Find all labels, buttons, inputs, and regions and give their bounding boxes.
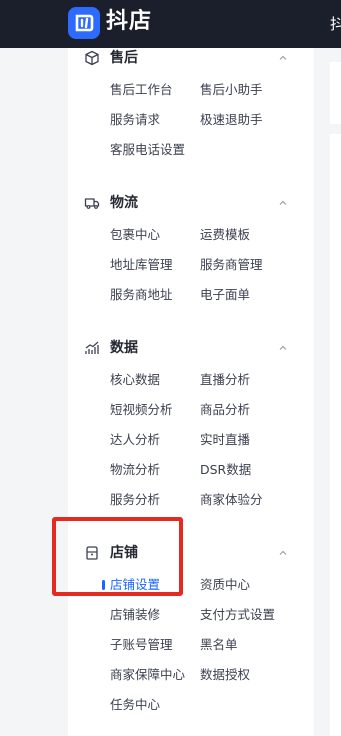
- top-bar: 抖店 抖: [0, 0, 341, 48]
- menu-item-aftersale-workbench[interactable]: 售后工作台: [110, 81, 173, 99]
- menu-item-electronic-waybill[interactable]: 电子面单: [200, 286, 250, 304]
- chevron-up-icon[interactable]: [278, 548, 288, 558]
- menu-item-freight-template[interactable]: 运费模板: [200, 226, 250, 244]
- chevron-up-icon[interactable]: [278, 343, 288, 353]
- menu-item-service-analysis[interactable]: 服务分析: [110, 491, 160, 509]
- menu-item-qualification-center[interactable]: 资质中心: [200, 576, 250, 594]
- menu-item-blacklist[interactable]: 黑名单: [200, 636, 238, 654]
- section-title: 物流: [110, 195, 138, 211]
- menu-item-live-analysis[interactable]: 直播分析: [200, 371, 250, 389]
- menu-item-service-request[interactable]: 服务请求: [110, 111, 160, 129]
- menu-item-realtime-live[interactable]: 实时直播: [200, 431, 250, 449]
- topbar-right-text[interactable]: 抖: [330, 13, 341, 34]
- menu-item-payment-settings[interactable]: 支付方式设置: [200, 606, 275, 624]
- chevron-up-icon[interactable]: [278, 53, 288, 63]
- menu-item-address-library[interactable]: 地址库管理: [110, 256, 173, 274]
- menu-item-parcel-center[interactable]: 包裹中心: [110, 226, 160, 244]
- doudian-logo-icon[interactable]: [68, 7, 100, 39]
- chart-icon: [85, 341, 99, 354]
- menu-item-fast-refund[interactable]: 极速退助手: [200, 111, 263, 129]
- section-header[interactable]: 售后: [68, 47, 314, 69]
- menu-item-core-data[interactable]: 核心数据: [110, 371, 160, 389]
- menu-item-provider-address[interactable]: 服务商地址: [110, 286, 173, 304]
- menu-item-aftersale-assistant[interactable]: 售后小助手: [200, 81, 263, 99]
- menu-item-influencer-analysis[interactable]: 达人分析: [110, 431, 160, 449]
- section-header[interactable]: 物流: [68, 192, 314, 214]
- brand-name[interactable]: 抖店: [106, 8, 152, 36]
- menu-item-dsr-data[interactable]: DSR数据: [200, 461, 251, 479]
- sidebar: [68, 48, 314, 736]
- section-header[interactable]: 数据: [68, 337, 314, 359]
- menu-item-merchant-guarantee[interactable]: 商家保障中心: [110, 666, 185, 684]
- menu-item-store-decoration[interactable]: 店铺装修: [110, 606, 160, 624]
- menu-item-merchant-experience-score[interactable]: 商家体验分: [200, 491, 263, 509]
- section-title: 售后: [110, 50, 138, 66]
- menu-item-subaccount-management[interactable]: 子账号管理: [110, 636, 173, 654]
- package-icon: [85, 50, 99, 66]
- truck-icon: [84, 198, 100, 209]
- menu-item-logistics-analysis[interactable]: 物流分析: [110, 461, 160, 479]
- annotation-highlight-box: [52, 517, 183, 596]
- chevron-up-icon[interactable]: [278, 198, 288, 208]
- menu-item-task-center[interactable]: 任务中心: [110, 696, 160, 714]
- menu-item-short-video-analysis[interactable]: 短视频分析: [110, 401, 173, 419]
- content-card: [330, 62, 341, 124]
- menu-item-service-phone[interactable]: 客服电话设置: [110, 141, 185, 159]
- section-title: 数据: [110, 340, 138, 356]
- menu-item-data-authorization[interactable]: 数据授权: [200, 666, 250, 684]
- menu-item-provider-management[interactable]: 服务商管理: [200, 256, 263, 274]
- content-card: [330, 134, 341, 736]
- menu-item-product-analysis[interactable]: 商品分析: [200, 401, 250, 419]
- gutter: [314, 48, 330, 736]
